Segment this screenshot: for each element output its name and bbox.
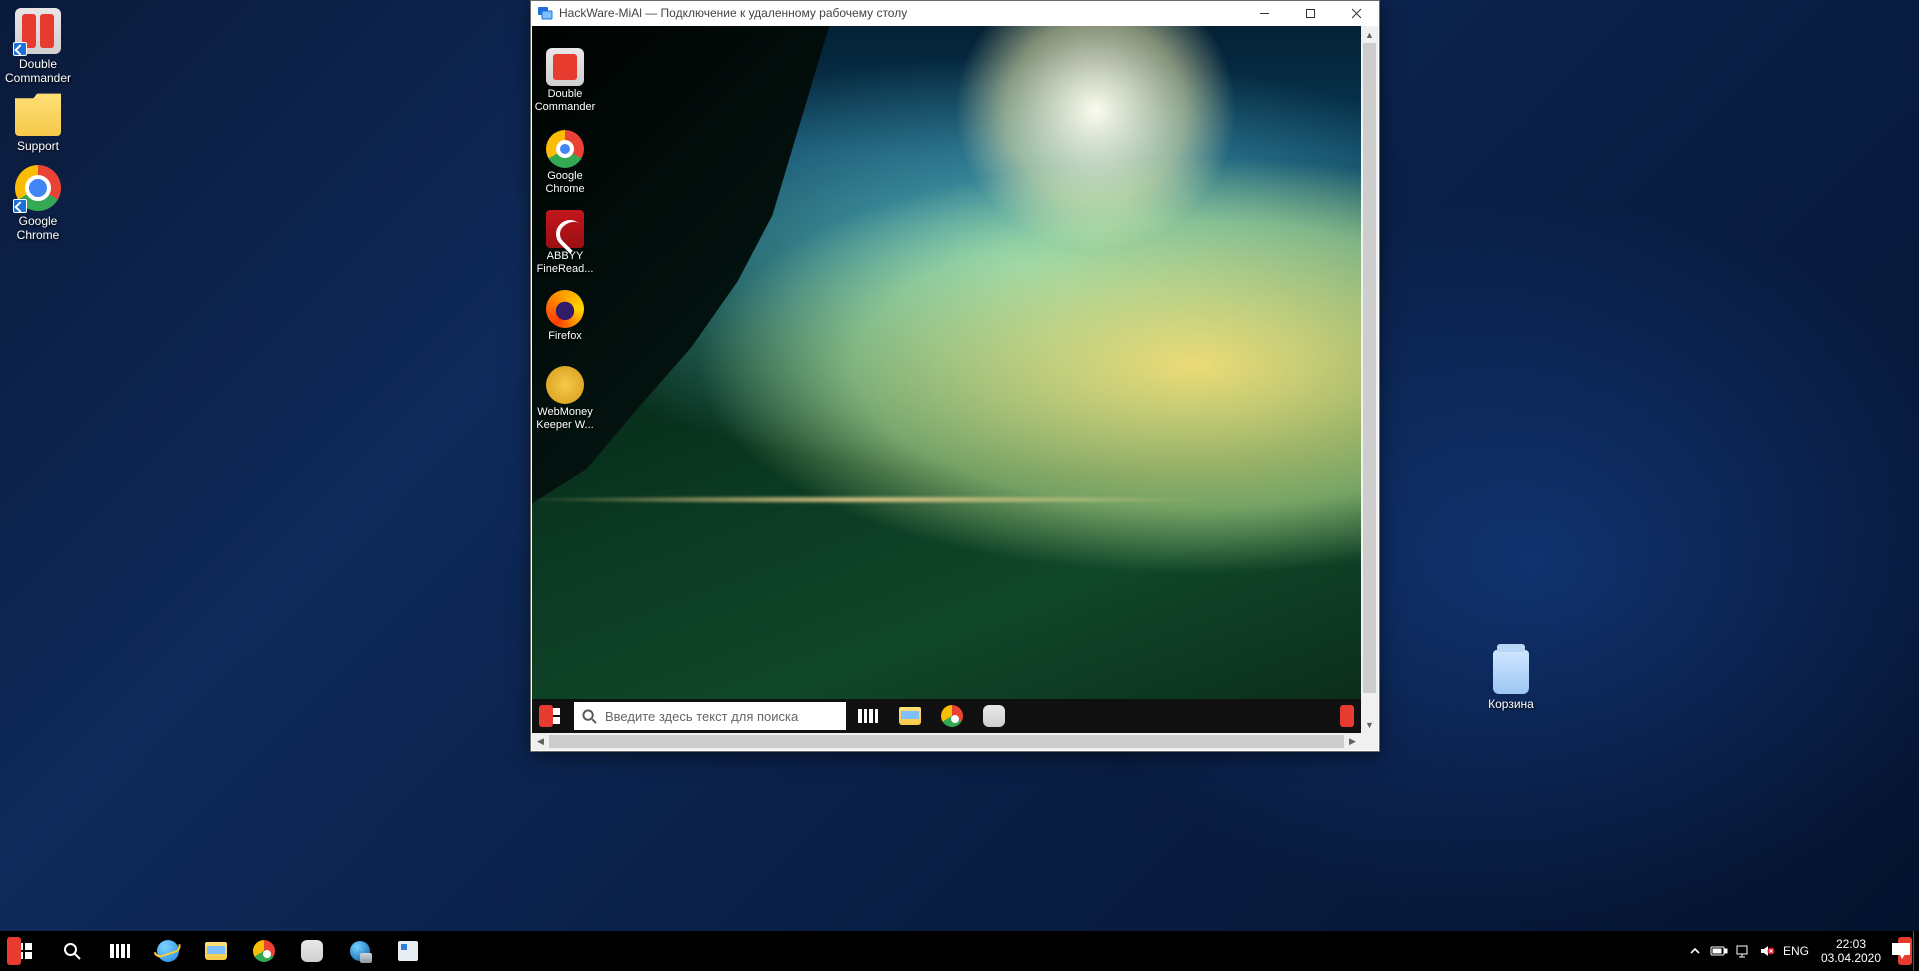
remote-icon-label: WebMoney Keeper W... (532, 406, 600, 432)
search-icon (582, 709, 597, 724)
abbyy-icon (546, 210, 584, 248)
battery-icon (1710, 945, 1728, 957)
desktop-icon-support[interactable]: Support (0, 90, 76, 153)
tray-network-icon[interactable] (1731, 931, 1755, 971)
task-double-commander[interactable] (288, 931, 336, 971)
remote-icon-abbyy-finereader[interactable]: ABBYY FineRead... (532, 210, 600, 276)
chrome-icon (15, 165, 61, 211)
remote-icon-google-chrome[interactable]: Google Chrome (532, 130, 600, 196)
task-file-explorer[interactable] (192, 931, 240, 971)
remote-taskview-button[interactable] (848, 699, 888, 733)
search-icon (63, 942, 81, 960)
folder-icon (15, 90, 61, 136)
rdp-titlebar[interactable]: HackWare-MiAl — Подключение к удаленному… (531, 1, 1379, 25)
rdp-client-area[interactable]: Double Commander Google Chrome ABBYY Fin… (532, 26, 1361, 733)
double-commander-icon (301, 940, 323, 962)
close-icon (1351, 8, 1362, 19)
rdp-horizontal-scrollbar[interactable]: ◀ ▶ (532, 733, 1361, 750)
taskview-button[interactable] (96, 931, 144, 971)
tray-language-indicator[interactable]: ENG (1779, 931, 1813, 971)
internet-explorer-icon (157, 940, 179, 962)
desktop-icon-label: Корзина (1473, 697, 1549, 711)
remote-task-double-commander[interactable] (974, 699, 1014, 733)
scroll-up-button[interactable]: ▲ (1361, 26, 1378, 43)
remote-icon-firefox[interactable]: Firefox (532, 290, 600, 343)
file-explorer-icon (899, 707, 921, 725)
remote-taskbar[interactable]: Введите здесь текст для поиска (532, 699, 1361, 733)
task-chrome[interactable] (240, 931, 288, 971)
chrome-icon (546, 130, 584, 168)
scroll-corner (1361, 733, 1378, 750)
remote-icon-label: Google Chrome (532, 170, 600, 196)
maximize-icon (1305, 8, 1316, 19)
remote-task-file-explorer[interactable] (890, 699, 930, 733)
scroll-thumb[interactable] (549, 735, 1344, 748)
remote-icon-label: Double Commander (532, 88, 600, 114)
file-explorer-icon (205, 942, 227, 960)
task-rdp[interactable] (336, 931, 384, 971)
chrome-icon (941, 705, 963, 727)
taskview-icon (858, 709, 878, 723)
remote-icon-label: Firefox (532, 330, 600, 343)
volume-icon (1759, 944, 1775, 958)
recycle-bin-icon (1493, 650, 1529, 694)
tray-date: 03.04.2020 (1813, 951, 1889, 965)
rdp-window[interactable]: HackWare-MiAl — Подключение к удаленному… (530, 0, 1380, 752)
firefox-icon (546, 290, 584, 328)
taskbar[interactable]: ENG 22:03 03.04.2020 (0, 931, 1919, 971)
rdp-app-icon (537, 5, 553, 21)
tray-volume-icon[interactable] (1755, 931, 1779, 971)
task-internet-explorer[interactable] (144, 931, 192, 971)
tray-battery-icon[interactable] (1707, 931, 1731, 971)
task-app[interactable] (384, 931, 432, 971)
double-commander-icon (983, 705, 1005, 727)
network-icon (1735, 944, 1751, 958)
desktop-icon-label: Double Commander (0, 57, 76, 85)
rdp-vertical-scrollbar[interactable]: ▲ ▼ (1361, 26, 1378, 733)
remote-search-placeholder: Введите здесь текст для поиска (605, 709, 798, 724)
remote-icon-webmoney[interactable]: WebMoney Keeper W... (532, 366, 600, 432)
remote-wallpaper (532, 415, 1361, 556)
desktop-icon-google-chrome[interactable]: Google Chrome (0, 165, 76, 242)
tray-time: 22:03 (1813, 937, 1889, 951)
minimize-icon (1259, 8, 1270, 19)
desktop-icon-label: Google Chrome (0, 214, 76, 242)
chevron-up-icon (1690, 946, 1700, 956)
desktop-icon-recycle-bin[interactable]: Корзина (1473, 650, 1549, 711)
remote-icon-double-commander[interactable]: Double Commander (532, 48, 600, 114)
taskview-icon (110, 944, 130, 958)
remote-icon-label: ABBYY FineRead... (532, 250, 600, 276)
window-close-button[interactable] (1333, 1, 1379, 25)
scroll-thumb[interactable] (1363, 43, 1376, 693)
rdp-icon (350, 941, 370, 961)
window-maximize-button[interactable] (1287, 1, 1333, 25)
rdp-title-text: HackWare-MiAl — Подключение к удаленному… (559, 6, 907, 20)
webmoney-icon (546, 366, 584, 404)
remote-search-box[interactable]: Введите здесь текст для поиска (574, 702, 846, 730)
chrome-icon (253, 940, 275, 962)
scroll-right-button[interactable]: ▶ (1344, 733, 1361, 750)
window-minimize-button[interactable] (1241, 1, 1287, 25)
system-tray[interactable]: ENG 22:03 03.04.2020 (1683, 931, 1919, 971)
double-commander-icon (546, 48, 584, 86)
tray-overflow-button[interactable] (1683, 931, 1707, 971)
scroll-down-button[interactable]: ▼ (1361, 716, 1378, 733)
remote-task-chrome[interactable] (932, 699, 972, 733)
app-icon (398, 941, 418, 961)
scroll-left-button[interactable]: ◀ (532, 733, 549, 750)
desktop-icon-double-commander[interactable]: Double Commander (0, 8, 76, 85)
double-commander-icon (15, 8, 61, 54)
search-button[interactable] (48, 931, 96, 971)
tray-clock[interactable]: 22:03 03.04.2020 (1813, 937, 1889, 965)
show-desktop-button[interactable] (1913, 931, 1919, 971)
desktop-icon-label: Support (0, 139, 76, 153)
